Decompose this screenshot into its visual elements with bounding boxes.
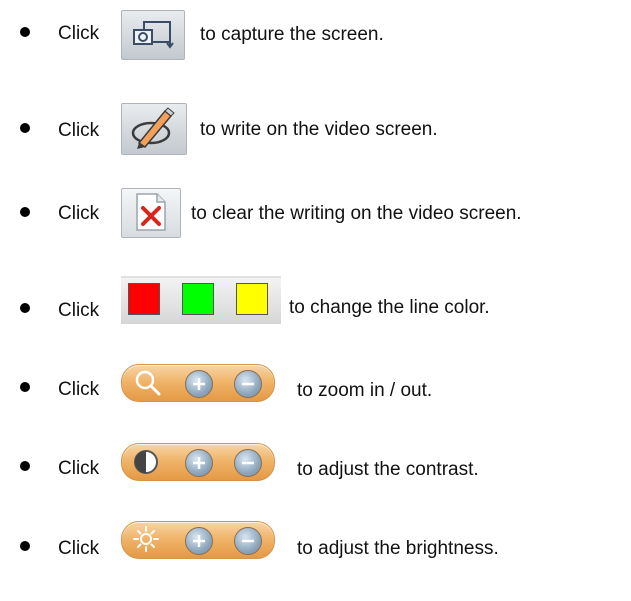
- contrast-decrease-button[interactable]: [234, 449, 262, 477]
- instruction-row-brightness: Click to adjust the brightness.: [0, 518, 631, 568]
- bullet: [20, 541, 30, 551]
- instruction-text: to capture the screen.: [200, 24, 384, 45]
- zoom-in-button[interactable]: [185, 370, 213, 398]
- instruction-text: to change the line color.: [289, 297, 490, 318]
- instruction-row-contrast: Click to adjust the contrast.: [0, 438, 631, 488]
- yellow-swatch[interactable]: [236, 283, 268, 315]
- bullet: [20, 27, 30, 37]
- magnifier-icon: [135, 370, 161, 396]
- bullet: [20, 123, 30, 133]
- click-word: Click: [58, 300, 100, 321]
- bullet: [20, 382, 30, 392]
- click-word: Click: [58, 379, 100, 400]
- click-word: Click: [58, 203, 100, 224]
- instruction-text: to clear the writing on the video screen…: [191, 203, 522, 224]
- instruction-text: to adjust the contrast.: [297, 459, 479, 480]
- bullet: [20, 303, 30, 313]
- instruction-text: to zoom in / out.: [297, 380, 433, 401]
- instruction-text: to write on the video screen.: [200, 119, 438, 140]
- contrast-icon: [134, 450, 158, 474]
- contrast-control-icon[interactable]: [121, 443, 275, 481]
- red-swatch[interactable]: [128, 283, 160, 315]
- green-swatch[interactable]: [182, 283, 214, 315]
- contrast-increase-button[interactable]: [185, 449, 213, 477]
- clear-document-icon[interactable]: [121, 188, 181, 240]
- instruction-row-capture: Click to capture the screen.: [0, 10, 631, 60]
- brightness-increase-button[interactable]: [185, 527, 213, 555]
- click-word: Click: [58, 23, 100, 44]
- instruction-row-write: Click to write on the video screen.: [0, 103, 631, 155]
- bullet: [20, 461, 30, 471]
- click-word: Click: [58, 120, 100, 141]
- bullet: [20, 207, 30, 217]
- capture-screen-icon[interactable]: [121, 10, 185, 60]
- color-swatches-icon[interactable]: [121, 276, 283, 326]
- brightness-decrease-button[interactable]: [234, 527, 262, 555]
- pencil-icon[interactable]: [121, 103, 187, 155]
- zoom-control-icon[interactable]: [121, 364, 275, 402]
- brightness-control-icon[interactable]: [121, 521, 275, 559]
- sun-icon: [133, 526, 159, 552]
- click-word: Click: [58, 538, 100, 559]
- instruction-text: to adjust the brightness.: [297, 538, 499, 559]
- instruction-row-zoom: Click to zoom in / out.: [0, 360, 631, 410]
- zoom-out-button[interactable]: [234, 370, 262, 398]
- instruction-row-color: Click to change the line color.: [0, 276, 631, 326]
- click-word: Click: [58, 458, 100, 479]
- instruction-row-clear: Click to clear the writing on the video …: [0, 188, 631, 238]
